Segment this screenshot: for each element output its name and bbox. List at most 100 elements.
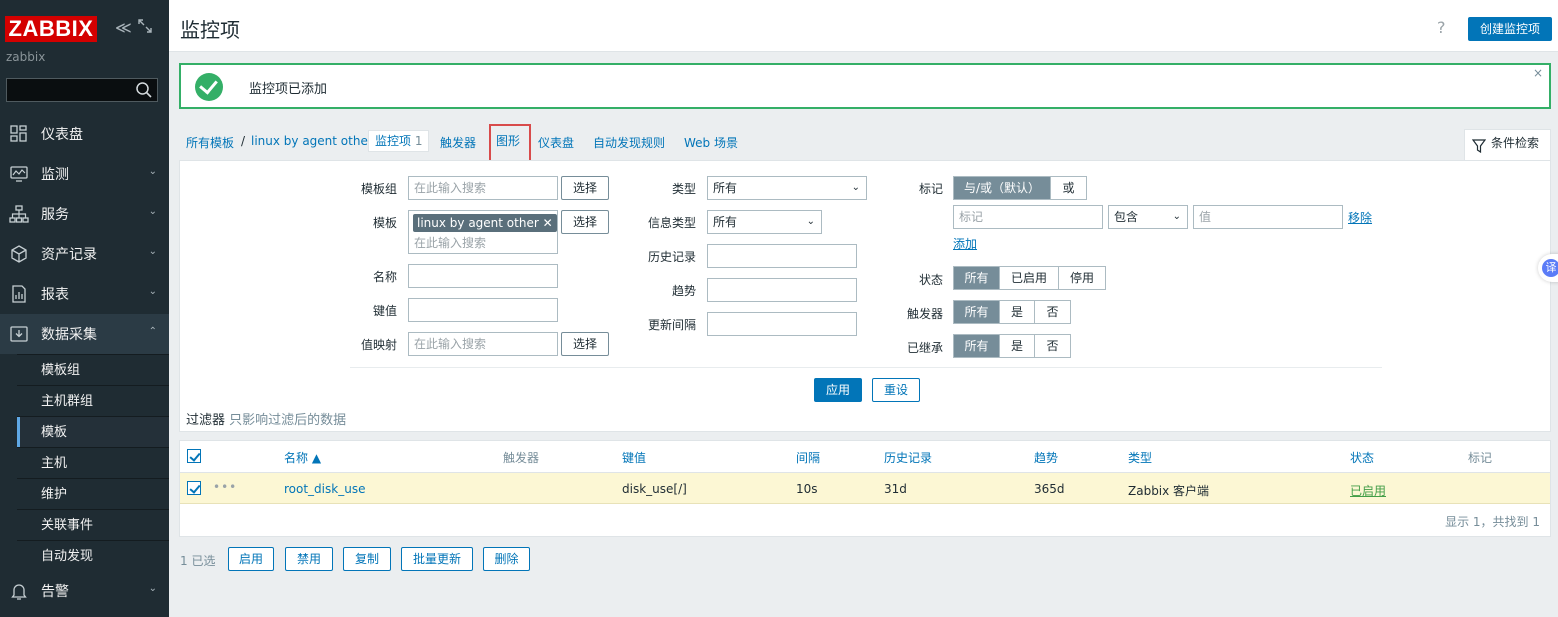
trends-input[interactable] (707, 278, 857, 302)
submenu-item-host-groups[interactable]: 主机群组 (17, 385, 169, 416)
status-enabled-option[interactable]: 已启用 (1000, 267, 1059, 289)
value-map-input[interactable]: 在此输入搜索 (408, 332, 558, 356)
apply-button[interactable]: 应用 (814, 378, 862, 402)
column-header-status[interactable]: 状态 (1350, 449, 1374, 466)
reports-icon (9, 284, 29, 304)
tag-operator-select[interactable]: 包含 ⌄ (1108, 205, 1188, 229)
info-type-select-value: 所有 (713, 215, 738, 229)
column-header-interval[interactable]: 间隔 (796, 449, 820, 466)
tab-graphs[interactable]: 图形 (489, 124, 531, 162)
template-group-select-button[interactable]: 选择 (561, 176, 609, 200)
inherited-yes-option[interactable]: 是 (1000, 335, 1035, 357)
chevron-down-icon: ⌄ (851, 182, 860, 193)
translate-widget[interactable]: 译 (1538, 254, 1558, 282)
label-history: 历史记录 (647, 250, 696, 264)
chevron-down-icon: ⌄ (148, 166, 157, 177)
tab-discovery-rules[interactable]: 自动发现规则 (593, 134, 665, 151)
zabbix-logo[interactable]: ZABBIX (5, 16, 97, 42)
filter-panel: 模板组 在此输入搜索 选择 模板 linux by agent other ✕ … (179, 160, 1551, 432)
status-toggle: 所有 已启用 停用 (953, 266, 1106, 290)
tag-add-link[interactable]: 添加 (953, 235, 977, 252)
submenu-item-template-groups[interactable]: 模板组 (17, 354, 169, 385)
template-multiselect[interactable]: linux by agent other ✕ 在此输入搜索 (408, 210, 558, 254)
create-item-button[interactable]: 创建监控项 (1468, 17, 1553, 41)
value-map-select-button[interactable]: 选择 (561, 332, 609, 356)
type-select[interactable]: 所有 ⌄ (707, 176, 867, 200)
name-input[interactable] (408, 264, 558, 288)
menu-item-services[interactable]: 服务 ⌄ (0, 194, 169, 234)
status-disabled-option[interactable]: 停用 (1059, 267, 1105, 289)
item-status-link[interactable]: 已启用 (1350, 482, 1386, 499)
sidebar-search-input[interactable] (6, 78, 158, 102)
row-checkbox[interactable] (187, 481, 201, 495)
menu-item-inventory[interactable]: 资产记录 ⌄ (0, 234, 169, 274)
triggers-no-option[interactable]: 否 (1035, 301, 1070, 323)
kiosk-mode-icon[interactable] (137, 18, 155, 38)
breadcrumb-all-templates[interactable]: 所有模板 (186, 134, 234, 151)
info-type-select[interactable]: 所有 ⌄ (707, 210, 822, 234)
collapse-sidebar-icon[interactable]: ≪ (115, 18, 133, 38)
submenu-item-templates[interactable]: 模板 (17, 416, 169, 448)
tab-items[interactable]: 监控项 1 (368, 130, 430, 152)
search-icon[interactable] (135, 81, 153, 99)
template-select-button[interactable]: 选择 (561, 210, 609, 234)
bell-icon (9, 581, 29, 601)
chevron-down-icon: ⌄ (806, 216, 815, 227)
status-all-option[interactable]: 所有 (954, 267, 1000, 289)
item-name-link[interactable]: root_disk_use (284, 482, 365, 496)
column-header-history[interactable]: 历史记录 (884, 449, 932, 466)
tab-triggers[interactable]: 触发器 (440, 134, 476, 151)
template-group-input[interactable]: 在此输入搜索 (408, 176, 558, 200)
menu-label: 报表 (41, 287, 69, 303)
enable-button[interactable]: 启用 (228, 547, 274, 571)
menu-item-monitoring[interactable]: 监测 ⌄ (0, 154, 169, 194)
selected-count: 1 已选 (180, 554, 216, 568)
menu-item-alerts[interactable]: 告警 ⌄ (0, 571, 169, 611)
triggers-yes-option[interactable]: 是 (1000, 301, 1035, 323)
tab-web-scenarios[interactable]: Web 场景 (684, 134, 738, 151)
label-tags: 标记 (918, 182, 943, 196)
menu-item-data-collection[interactable]: 数据采集 ⌃ (0, 314, 169, 354)
submenu-item-event-correlation[interactable]: 关联事件 (17, 509, 169, 540)
tags-or-option[interactable]: 或 (1051, 177, 1086, 199)
select-all-checkbox[interactable] (187, 449, 201, 463)
services-icon (9, 204, 29, 224)
tag-name-input[interactable]: 标记 (953, 205, 1103, 229)
close-icon[interactable]: × (1533, 66, 1543, 80)
help-icon[interactable]: ? (1437, 18, 1446, 37)
copy-button[interactable]: 复制 (343, 547, 391, 571)
inherited-all-option[interactable]: 所有 (954, 335, 1000, 357)
reset-button[interactable]: 重设 (872, 378, 920, 402)
disable-button[interactable]: 禁用 (285, 547, 333, 571)
delete-button[interactable]: 删除 (483, 547, 530, 571)
submenu-item-discovery[interactable]: 自动发现 (17, 540, 169, 571)
inherited-toggle: 所有 是 否 (953, 334, 1071, 358)
message-text: 监控项已添加 (249, 82, 328, 97)
submenu-item-maintenance[interactable]: 维护 (17, 478, 169, 509)
tag-value-input[interactable]: 值 (1193, 205, 1343, 229)
tags-andor-option[interactable]: 与/或（默认） (954, 177, 1051, 199)
history-input[interactable] (707, 244, 857, 268)
tab-dashboards[interactable]: 仪表盘 (538, 134, 574, 151)
key-input[interactable] (408, 298, 558, 322)
menu-item-dashboard[interactable]: 仪表盘 (0, 114, 169, 154)
translate-icon: 译 (1542, 259, 1558, 277)
tag-remove-link[interactable]: 移除 (1348, 209, 1372, 226)
mass-update-button[interactable]: 批量更新 (401, 547, 473, 571)
column-header-key[interactable]: 键值 (622, 449, 646, 466)
filter-toggle-tab[interactable]: 条件检索 (1464, 129, 1551, 161)
column-header-name[interactable]: 名称 ▲ (284, 449, 321, 466)
submenu-item-hosts[interactable]: 主机 (17, 447, 169, 478)
triggers-toggle: 所有 是 否 (953, 300, 1071, 324)
menu-label: 监测 (41, 167, 69, 183)
column-header-trends[interactable]: 趋势 (1034, 449, 1058, 466)
menu-item-reports[interactable]: 报表 ⌄ (0, 274, 169, 314)
triggers-all-option[interactable]: 所有 (954, 301, 1000, 323)
update-interval-input[interactable] (707, 312, 857, 336)
row-menu-icon[interactable]: ••• (213, 480, 237, 494)
chip-remove-icon[interactable]: ✕ (543, 216, 553, 230)
breadcrumb-template[interactable]: linux by agent other (251, 134, 373, 148)
column-header-type[interactable]: 类型 (1128, 449, 1152, 466)
template-search-placeholder: 在此输入搜索 (414, 236, 487, 250)
inherited-no-option[interactable]: 否 (1035, 335, 1070, 357)
